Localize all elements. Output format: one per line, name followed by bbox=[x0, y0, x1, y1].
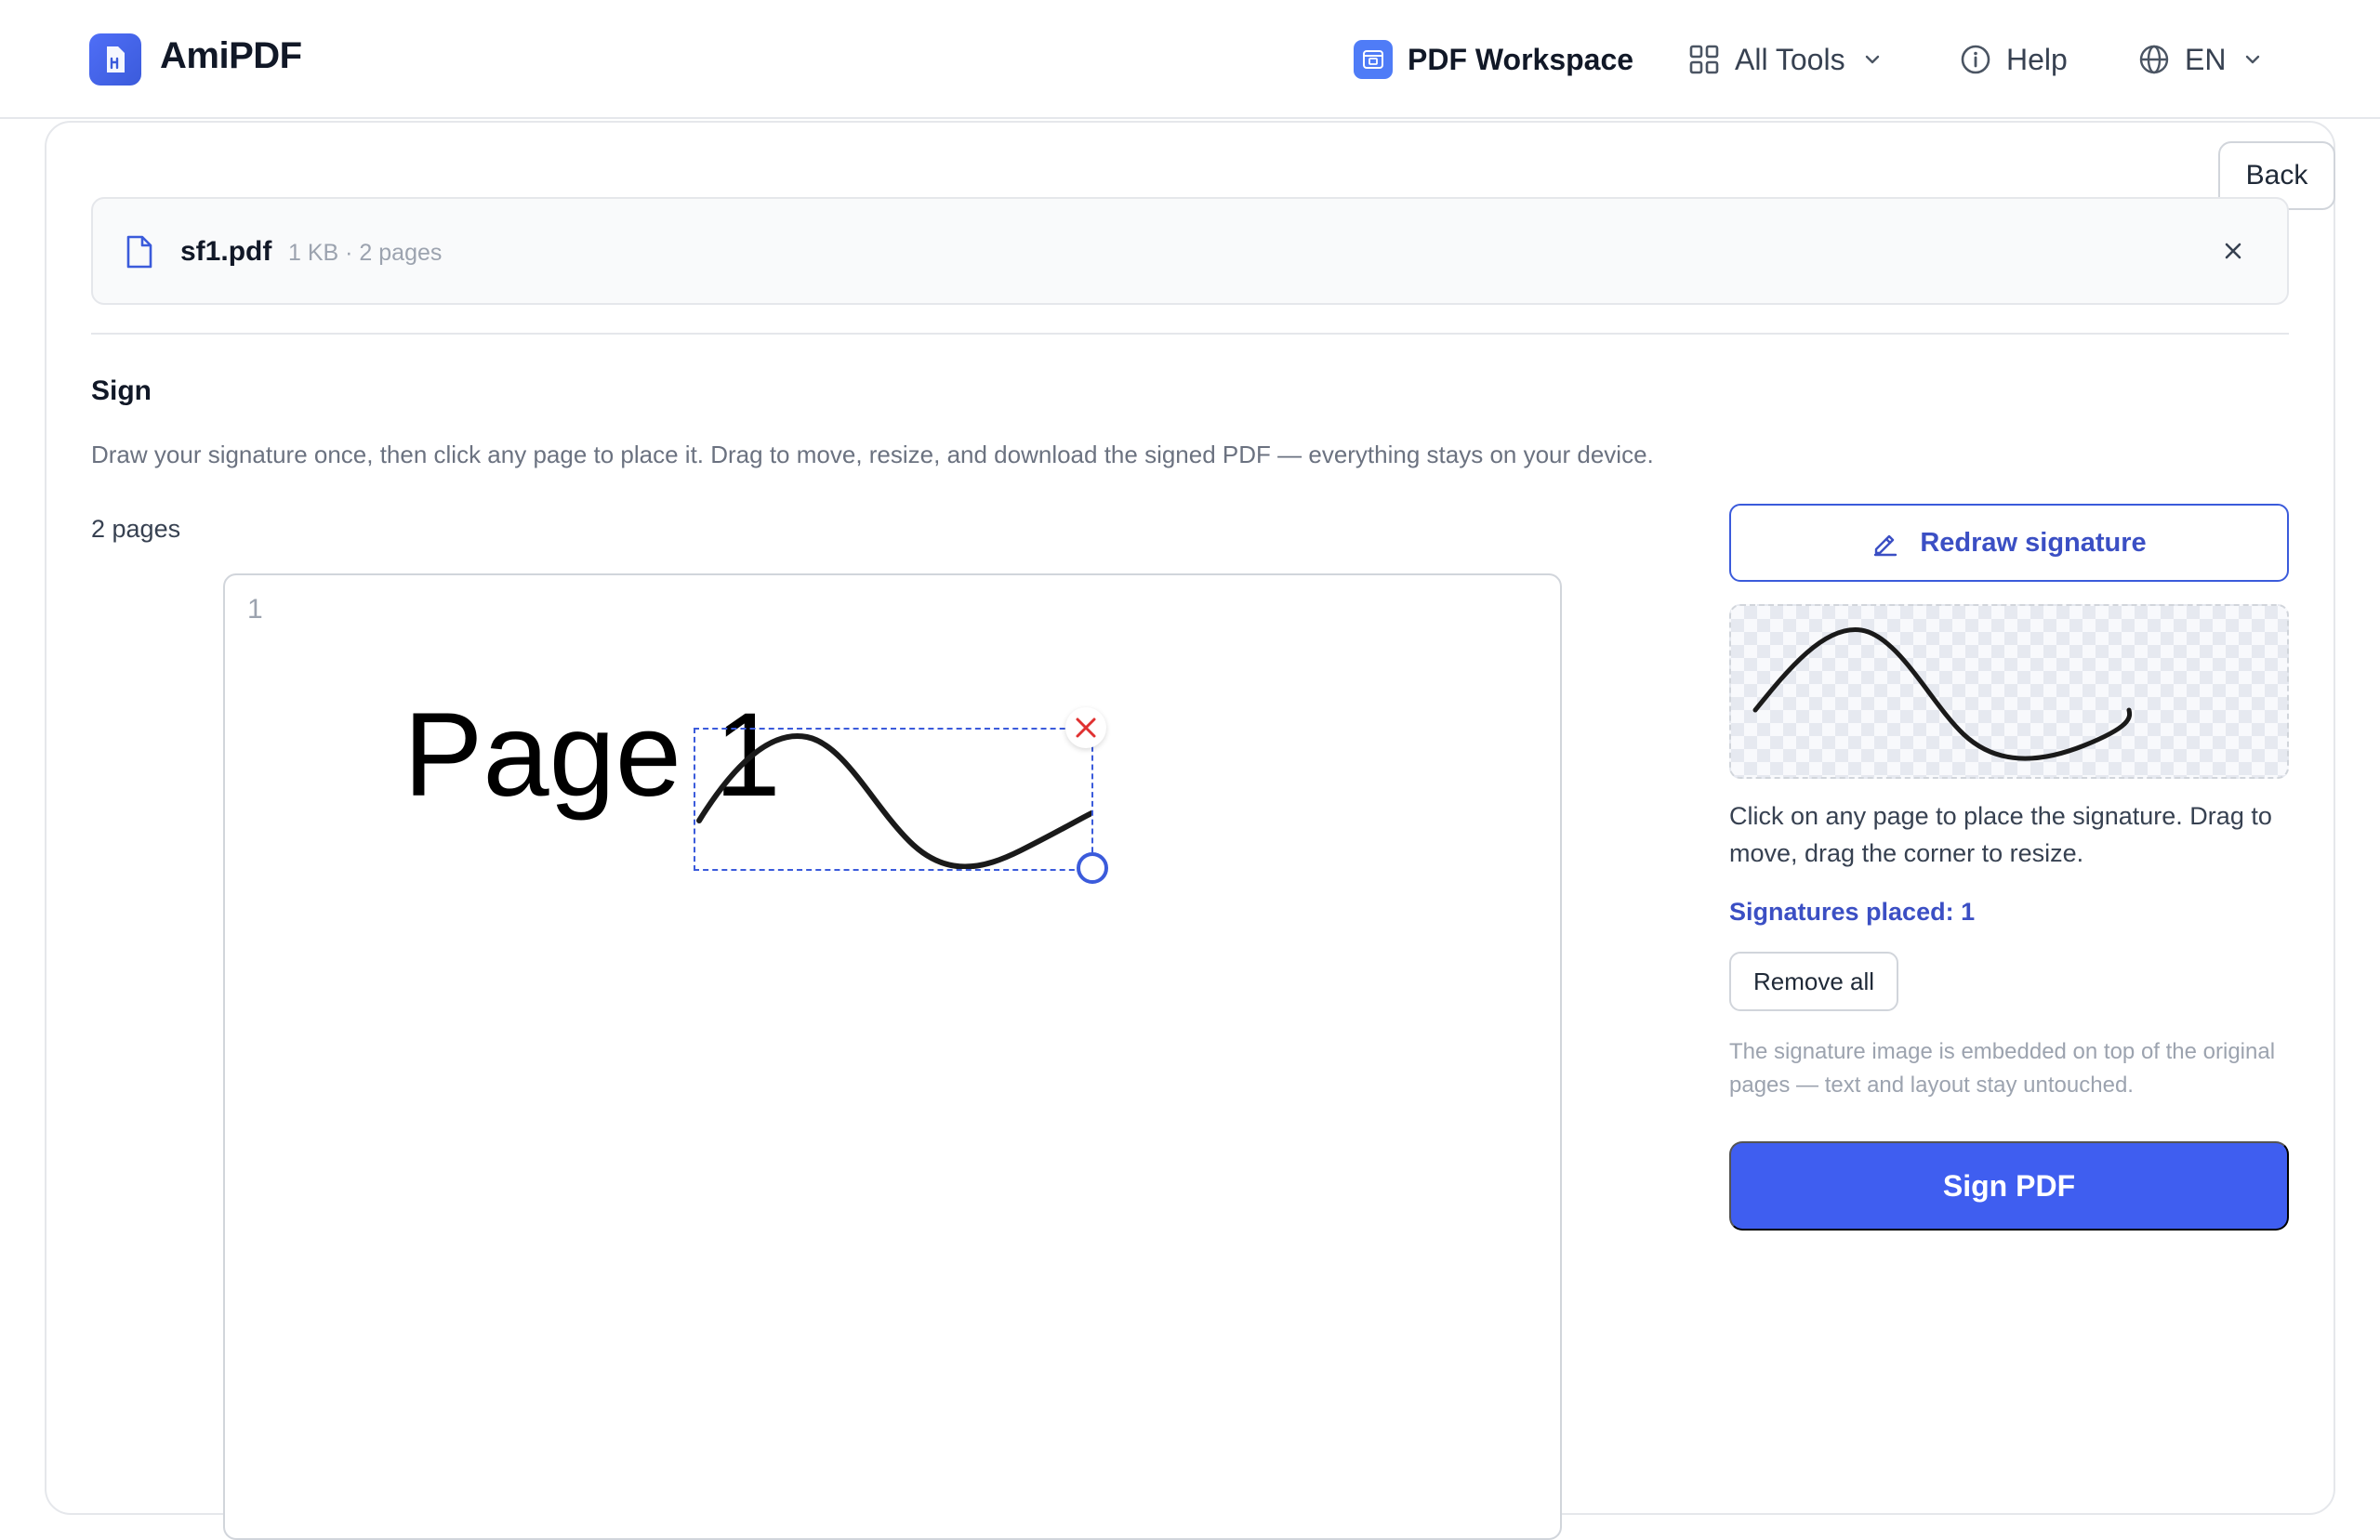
chevron-down-icon bbox=[2242, 49, 2263, 70]
signatures-placed-count: Signatures placed: 1 bbox=[1729, 898, 1976, 926]
remove-all-button[interactable]: Remove all bbox=[1729, 952, 1898, 1011]
signature-drawing bbox=[696, 732, 1091, 869]
language-selector[interactable]: EN bbox=[2138, 37, 2263, 82]
top-header: AmiPDF PDF Workspace All Tools Help EN bbox=[0, 0, 2380, 119]
globe-icon bbox=[2138, 44, 2170, 75]
close-icon[interactable] bbox=[2215, 232, 2252, 270]
resize-handle-icon[interactable] bbox=[1077, 852, 1108, 884]
embed-note: The signature image is embedded on top o… bbox=[1729, 1039, 2276, 1098]
language-label: EN bbox=[2185, 42, 2227, 76]
pdf-logo-icon[interactable] bbox=[89, 33, 141, 86]
signature-preview-drawing bbox=[1752, 627, 2133, 761]
grid-icon bbox=[1688, 44, 1720, 75]
nav-pdf-workspace[interactable]: PDF Workspace bbox=[1354, 37, 1633, 82]
placed-signature[interactable] bbox=[694, 728, 1093, 871]
chevron-down-icon bbox=[1862, 49, 1883, 70]
placement-hint: Click on any page to place the signature… bbox=[1729, 802, 2272, 867]
nav-workspace-label: PDF Workspace bbox=[1408, 42, 1634, 76]
section-description: Draw your signature once, then click any… bbox=[91, 441, 1654, 468]
redraw-signature-label: Redraw signature bbox=[1920, 527, 2147, 558]
pages-count: 2 pages bbox=[91, 515, 181, 543]
nav-help[interactable]: Help bbox=[1960, 37, 2068, 82]
divider bbox=[91, 333, 2289, 335]
workspace-icon bbox=[1354, 40, 1393, 79]
sign-pdf-button[interactable]: Sign PDF bbox=[1729, 1141, 2289, 1231]
signature-remove-button[interactable] bbox=[1065, 707, 1106, 748]
page-preview[interactable]: 1 Page 1 bbox=[223, 573, 1562, 1540]
file-info-bar: sf1.pdf 1 KB · 2 pages bbox=[91, 197, 2289, 305]
nav-help-label: Help bbox=[2006, 42, 2068, 76]
redraw-signature-button[interactable]: Redraw signature bbox=[1729, 504, 2289, 582]
info-icon bbox=[1960, 44, 1991, 75]
signature-preview bbox=[1729, 604, 2289, 779]
nav-all-tools-label: All Tools bbox=[1735, 42, 1845, 76]
page-number: 1 bbox=[247, 594, 263, 625]
close-icon bbox=[1076, 717, 1096, 738]
nav-all-tools[interactable]: All Tools bbox=[1688, 37, 1883, 82]
pen-icon bbox=[1871, 529, 1899, 557]
section-title: Sign bbox=[91, 375, 152, 406]
file-icon bbox=[125, 234, 154, 274]
brand-name[interactable]: AmiPDF bbox=[160, 35, 302, 77]
file-name: sf1.pdf bbox=[180, 236, 272, 267]
file-meta: 1 KB · 2 pages bbox=[288, 240, 443, 266]
